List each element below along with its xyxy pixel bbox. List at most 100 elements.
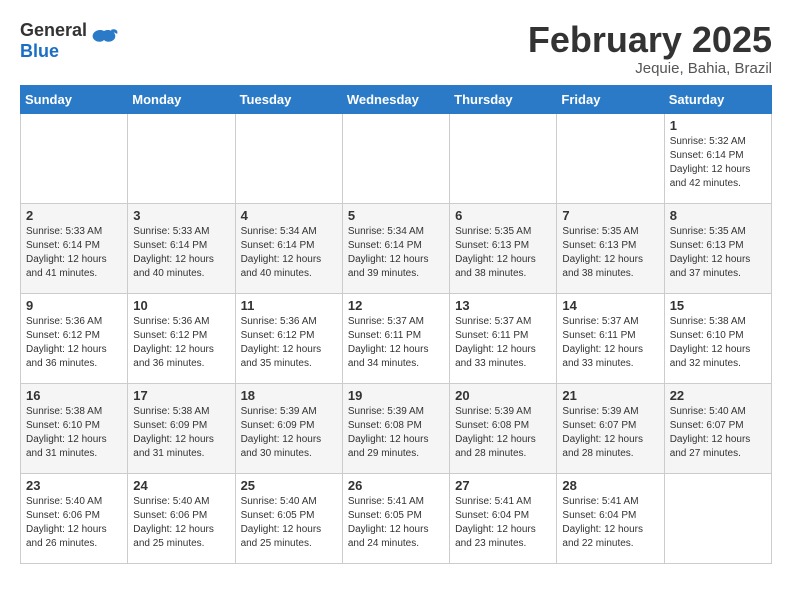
day-of-week-header: Friday [557, 85, 664, 113]
logo-general-text: General [20, 20, 87, 40]
calendar-week-row: 9Sunrise: 5:36 AM Sunset: 6:12 PM Daylig… [21, 293, 772, 383]
day-number: 2 [26, 208, 122, 223]
day-info: Sunrise: 5:37 AM Sunset: 6:11 PM Dayligh… [348, 315, 444, 371]
day-number: 11 [241, 298, 337, 313]
calendar-cell [342, 113, 449, 203]
calendar-cell: 2 Sunrise: 5:33 AM Sunset: 6:14 PM Daylig… [21, 203, 128, 293]
day-info: Sunrise: 5:33 AM Sunset: 6:14 PM Dayligh… [26, 225, 122, 281]
calendar-cell: 8 Sunrise: 5:35 AM Sunset: 6:13 PM Daylig… [664, 203, 771, 293]
calendar-cell: 4 Sunrise: 5:34 AM Sunset: 6:14 PM Daylig… [235, 203, 342, 293]
day-number: 15 [670, 298, 766, 313]
logo-bird-icon [89, 26, 119, 56]
day-number: 17 [133, 388, 229, 403]
calendar-cell: 3 Sunrise: 5:33 AM Sunset: 6:14 PM Daylig… [128, 203, 235, 293]
calendar-cell: 16 Sunrise: 5:38 AM Sunset: 6:10 PM Dayli… [21, 383, 128, 473]
calendar-cell: 27 Sunrise: 5:41 AM Sunset: 6:04 PM Dayli… [450, 473, 557, 563]
day-number: 22 [670, 388, 766, 403]
day-number: 5 [348, 208, 444, 223]
day-number: 7 [562, 208, 658, 223]
calendar-cell: 12 Sunrise: 5:37 AM Sunset: 6:11 PM Dayli… [342, 293, 449, 383]
location: Jequie, Bahia, Brazil [528, 60, 772, 77]
calendar-cell: 24 Sunrise: 5:40 AM Sunset: 6:06 PM Dayli… [128, 473, 235, 563]
day-number: 10 [133, 298, 229, 313]
day-info: Sunrise: 5:40 AM Sunset: 6:05 PM Dayligh… [241, 495, 337, 551]
calendar-header-row: SundayMondayTuesdayWednesdayThursdayFrid… [21, 85, 772, 113]
day-of-week-header: Saturday [664, 85, 771, 113]
day-info: Sunrise: 5:35 AM Sunset: 6:13 PM Dayligh… [455, 225, 551, 281]
day-info: Sunrise: 5:38 AM Sunset: 6:10 PM Dayligh… [670, 315, 766, 371]
day-number: 19 [348, 388, 444, 403]
calendar-cell: 14 Sunrise: 5:37 AM Sunset: 6:11 PM Dayli… [557, 293, 664, 383]
day-number: 1 [670, 118, 766, 133]
calendar-week-row: 16 Sunrise: 5:38 AM Sunset: 6:10 PM Dayli… [21, 383, 772, 473]
day-info: Sunrise: 5:40 AM Sunset: 6:07 PM Dayligh… [670, 405, 766, 461]
day-info: Sunrise: 5:40 AM Sunset: 6:06 PM Dayligh… [26, 495, 122, 551]
day-of-week-header: Thursday [450, 85, 557, 113]
day-info: Sunrise: 5:37 AM Sunset: 6:11 PM Dayligh… [455, 315, 551, 371]
calendar-cell: 15 Sunrise: 5:38 AM Sunset: 6:10 PM Dayli… [664, 293, 771, 383]
day-info: Sunrise: 5:36 AM Sunset: 6:12 PM Dayligh… [133, 315, 229, 371]
calendar-cell: 22 Sunrise: 5:40 AM Sunset: 6:07 PM Dayli… [664, 383, 771, 473]
day-number: 18 [241, 388, 337, 403]
day-info: Sunrise: 5:41 AM Sunset: 6:04 PM Dayligh… [455, 495, 551, 551]
logo-blue-text: Blue [20, 41, 59, 61]
logo: General Blue [20, 20, 119, 62]
day-info: Sunrise: 5:41 AM Sunset: 6:04 PM Dayligh… [562, 495, 658, 551]
calendar-cell: 9Sunrise: 5:36 AM Sunset: 6:12 PM Daylig… [21, 293, 128, 383]
calendar-cell [450, 113, 557, 203]
calendar-cell: 17 Sunrise: 5:38 AM Sunset: 6:09 PM Dayli… [128, 383, 235, 473]
day-number: 14 [562, 298, 658, 313]
day-info: Sunrise: 5:35 AM Sunset: 6:13 PM Dayligh… [670, 225, 766, 281]
day-info: Sunrise: 5:39 AM Sunset: 6:09 PM Dayligh… [241, 405, 337, 461]
day-info: Sunrise: 5:36 AM Sunset: 6:12 PM Dayligh… [26, 315, 122, 371]
day-info: Sunrise: 5:39 AM Sunset: 6:08 PM Dayligh… [348, 405, 444, 461]
calendar-cell [235, 113, 342, 203]
day-info: Sunrise: 5:41 AM Sunset: 6:05 PM Dayligh… [348, 495, 444, 551]
day-info: Sunrise: 5:33 AM Sunset: 6:14 PM Dayligh… [133, 225, 229, 281]
day-info: Sunrise: 5:40 AM Sunset: 6:06 PM Dayligh… [133, 495, 229, 551]
day-number: 28 [562, 478, 658, 493]
day-number: 27 [455, 478, 551, 493]
day-number: 21 [562, 388, 658, 403]
calendar-cell: 5 Sunrise: 5:34 AM Sunset: 6:14 PM Daylig… [342, 203, 449, 293]
day-of-week-header: Sunday [21, 85, 128, 113]
calendar-cell [128, 113, 235, 203]
calendar-week-row: 2 Sunrise: 5:33 AM Sunset: 6:14 PM Daylig… [21, 203, 772, 293]
day-number: 16 [26, 388, 122, 403]
day-info: Sunrise: 5:38 AM Sunset: 6:09 PM Dayligh… [133, 405, 229, 461]
calendar-cell: 11 Sunrise: 5:36 AM Sunset: 6:12 PM Dayli… [235, 293, 342, 383]
day-number: 3 [133, 208, 229, 223]
day-info: Sunrise: 5:34 AM Sunset: 6:14 PM Dayligh… [348, 225, 444, 281]
calendar-cell: 25Sunrise: 5:40 AM Sunset: 6:05 PM Dayli… [235, 473, 342, 563]
day-info: Sunrise: 5:38 AM Sunset: 6:10 PM Dayligh… [26, 405, 122, 461]
day-number: 6 [455, 208, 551, 223]
day-number: 4 [241, 208, 337, 223]
day-info: Sunrise: 5:36 AM Sunset: 6:12 PM Dayligh… [241, 315, 337, 371]
calendar-cell: 1 Sunrise: 5:32 AM Sunset: 6:14 PM Daylig… [664, 113, 771, 203]
calendar-week-row: 1 Sunrise: 5:32 AM Sunset: 6:14 PM Daylig… [21, 113, 772, 203]
day-of-week-header: Wednesday [342, 85, 449, 113]
calendar-cell: 28 Sunrise: 5:41 AM Sunset: 6:04 PM Dayli… [557, 473, 664, 563]
calendar-cell: 6 Sunrise: 5:35 AM Sunset: 6:13 PM Daylig… [450, 203, 557, 293]
day-number: 20 [455, 388, 551, 403]
day-number: 8 [670, 208, 766, 223]
day-info: Sunrise: 5:39 AM Sunset: 6:07 PM Dayligh… [562, 405, 658, 461]
day-number: 12 [348, 298, 444, 313]
day-info: Sunrise: 5:34 AM Sunset: 6:14 PM Dayligh… [241, 225, 337, 281]
calendar-cell: 19 Sunrise: 5:39 AM Sunset: 6:08 PM Dayli… [342, 383, 449, 473]
day-number: 26 [348, 478, 444, 493]
calendar-cell [21, 113, 128, 203]
day-number: 23 [26, 478, 122, 493]
calendar-cell: 23 Sunrise: 5:40 AM Sunset: 6:06 PM Dayli… [21, 473, 128, 563]
day-number: 24 [133, 478, 229, 493]
calendar-cell: 20Sunrise: 5:39 AM Sunset: 6:08 PM Dayli… [450, 383, 557, 473]
month-title: February 2025 [528, 20, 772, 60]
day-info: Sunrise: 5:32 AM Sunset: 6:14 PM Dayligh… [670, 135, 766, 191]
day-info: Sunrise: 5:37 AM Sunset: 6:11 PM Dayligh… [562, 315, 658, 371]
calendar-cell: 10 Sunrise: 5:36 AM Sunset: 6:12 PM Dayli… [128, 293, 235, 383]
day-number: 13 [455, 298, 551, 313]
title-block: February 2025 Jequie, Bahia, Brazil [528, 20, 772, 77]
page-header: General Blue February 2025 Jequie, Bahia… [20, 20, 772, 77]
calendar-cell: 21 Sunrise: 5:39 AM Sunset: 6:07 PM Dayli… [557, 383, 664, 473]
calendar-cell [664, 473, 771, 563]
